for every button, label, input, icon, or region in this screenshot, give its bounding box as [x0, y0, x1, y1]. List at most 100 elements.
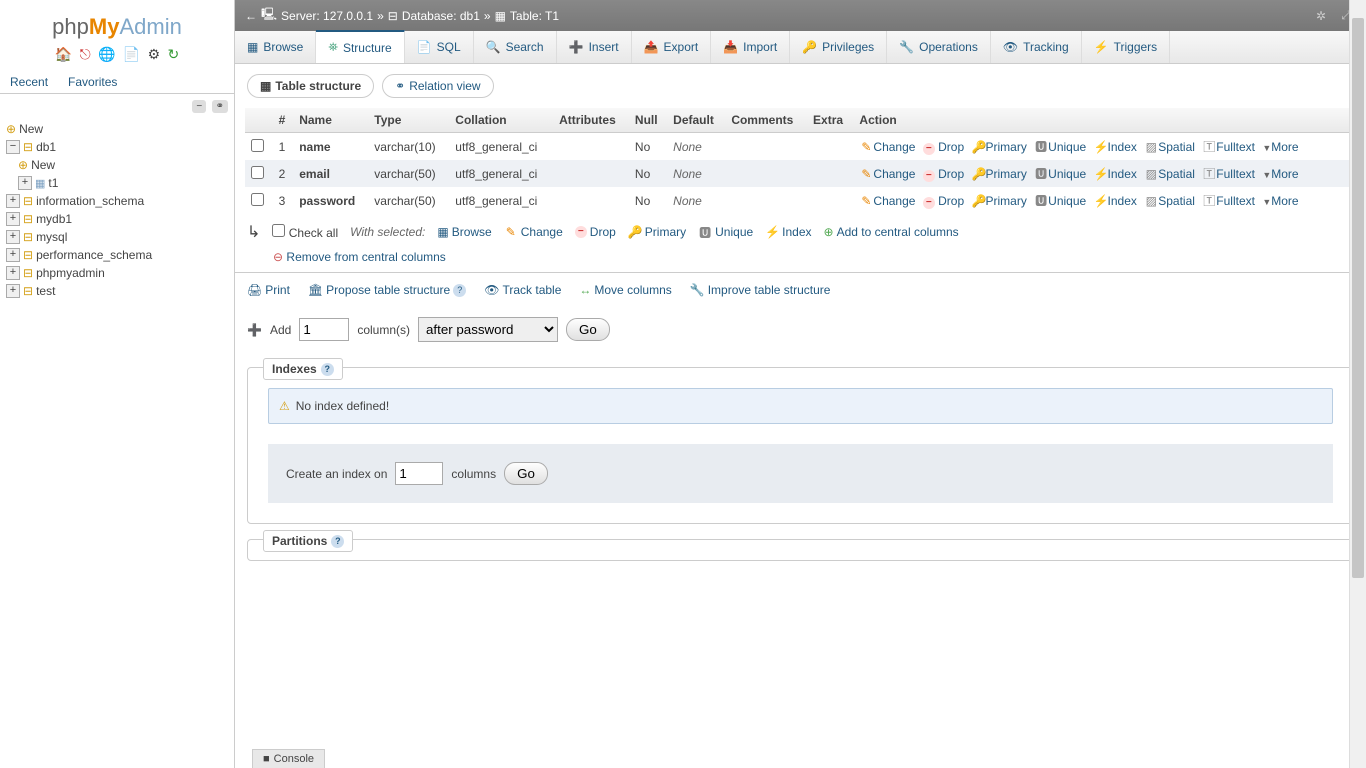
scrollbar[interactable] [1349, 0, 1366, 768]
action-spatial[interactable]: ▨Spatial [1144, 167, 1195, 181]
action-change[interactable]: ✎Change [859, 140, 915, 154]
move-link[interactable]: ↔Move columns [579, 283, 671, 297]
help-icon[interactable]: ? [321, 363, 334, 376]
tab-triggers[interactable]: ⚡Triggers [1082, 31, 1171, 63]
tree-db1-new[interactable]: ⊕New [6, 156, 228, 174]
globe-icon[interactable]: 🌐 [98, 46, 115, 62]
index-count-input[interactable] [395, 462, 443, 485]
index-icon: ⚡ [765, 225, 779, 239]
action-unique[interactable]: 🆄Unique [1034, 194, 1086, 208]
action-index[interactable]: ⚡Index [1094, 194, 1137, 208]
tree-new[interactable]: ⊕New [6, 120, 228, 138]
tree-test[interactable]: +⊟test [6, 282, 228, 300]
propose-link[interactable]: 🏛Propose table structure ? [308, 283, 466, 297]
leftarrow-icon[interactable]: ← [245, 9, 257, 23]
tab-export[interactable]: 📤Export [632, 31, 712, 63]
subtab-relation-view[interactable]: ⚭Relation view [382, 74, 493, 98]
exit-icon[interactable]: ⎋ [80, 46, 91, 62]
tree-mysql[interactable]: +⊟mysql [6, 228, 228, 246]
collapse-icon[interactable]: − [192, 100, 206, 113]
action-unique[interactable]: 🆄Unique [1034, 167, 1086, 181]
action-spatial[interactable]: ▨Spatial [1144, 140, 1195, 154]
action-change[interactable]: ✎Change [859, 194, 915, 208]
tab-insert[interactable]: ➕Insert [557, 31, 632, 63]
help-icon[interactable]: ? [331, 535, 344, 548]
breadcrumb-server[interactable]: Server: 127.0.0.1 [281, 9, 373, 23]
ws-primary[interactable]: 🔑Primary [628, 225, 686, 239]
cell-actions: ✎Change − Drop 🔑Primary 🆄Unique ⚡Index ▨… [853, 187, 1356, 214]
drop-icon: − [923, 170, 935, 182]
tab-operations[interactable]: 🔧Operations [887, 31, 991, 63]
ws-change[interactable]: ✎Change [504, 225, 563, 239]
reload-icon[interactable]: ↻ [167, 46, 179, 62]
add-go-button[interactable]: Go [566, 318, 610, 341]
action-fulltext[interactable]: 🅃Fulltext [1202, 194, 1255, 208]
breadcrumb-table[interactable]: Table: T1 [510, 9, 559, 23]
ws-unique[interactable]: 🆄Unique [698, 224, 753, 241]
row-checkbox[interactable] [251, 193, 264, 206]
tab-sql[interactable]: 📄SQL [405, 31, 474, 63]
tree-db1[interactable]: −⊟db1 [6, 138, 228, 156]
settings-icon[interactable]: ✲ [1316, 9, 1326, 23]
doc-icon[interactable]: 📄 [123, 46, 140, 62]
cell-num: 3 [273, 187, 294, 214]
action-spatial[interactable]: ▨Spatial [1144, 194, 1195, 208]
print-link[interactable]: 🖨Print [247, 283, 290, 297]
checkall-checkbox[interactable] [272, 224, 285, 237]
improve-link[interactable]: 🔧Improve table structure [690, 283, 831, 297]
tab-import[interactable]: 📥Import [711, 31, 790, 63]
console-tab[interactable]: ■Console [252, 749, 325, 768]
action-more[interactable]: ▼More [1262, 140, 1298, 154]
tree-mydb1[interactable]: +⊟mydb1 [6, 210, 228, 228]
checkall[interactable]: Check all [272, 224, 338, 240]
row-checkbox[interactable] [251, 139, 264, 152]
action-drop[interactable]: − Drop [923, 167, 964, 181]
action-fulltext[interactable]: 🅃Fulltext [1202, 167, 1255, 181]
action-fulltext[interactable]: 🅃Fulltext [1202, 140, 1255, 154]
tab-privileges[interactable]: 🔑Privileges [790, 31, 887, 63]
breadcrumb-db[interactable]: Database: db1 [402, 9, 480, 23]
action-drop[interactable]: − Drop [923, 194, 964, 208]
tab-structure[interactable]: ⛯Structure [316, 30, 404, 63]
subtab-table-structure[interactable]: ▦Table structure [247, 74, 374, 98]
add-position-select[interactable]: after password [418, 317, 558, 342]
action-primary[interactable]: 🔑Primary [971, 140, 1026, 154]
favorites-tab[interactable]: Favorites [58, 71, 127, 93]
tree-information-schema[interactable]: +⊟information_schema [6, 192, 228, 210]
ws-index[interactable]: ⚡Index [765, 225, 811, 239]
ws-addcc[interactable]: ⊕Add to central columns [824, 225, 959, 239]
cell-attr [553, 133, 629, 161]
row-checkbox[interactable] [251, 166, 264, 179]
tree-performance-schema[interactable]: +⊟performance_schema [6, 246, 228, 264]
ws-remcc[interactable]: ⊖ Remove from central columns [273, 250, 446, 264]
tab-browse[interactable]: ▦Browse [235, 31, 316, 63]
improve-icon: 🔧 [690, 283, 705, 297]
gear-icon[interactable]: ⚙ [148, 46, 161, 62]
tree-t1[interactable]: +▦t1 [6, 174, 228, 192]
subtabs: ▦Table structure ⚭Relation view [235, 64, 1366, 108]
ws-drop[interactable]: −Drop [575, 225, 616, 239]
help-icon[interactable]: ? [453, 284, 466, 297]
add-count-input[interactable] [299, 318, 349, 341]
link2-icon[interactable]: ⚭ [212, 100, 228, 113]
index-go-button[interactable]: Go [504, 462, 548, 485]
tab-search[interactable]: 🔍Search [474, 31, 557, 63]
triggers-icon: ⚡ [1094, 40, 1109, 54]
action-more[interactable]: ▼More [1262, 167, 1298, 181]
action-primary[interactable]: 🔑Primary [971, 194, 1026, 208]
tab-tracking[interactable]: 👁Tracking [991, 31, 1082, 63]
action-primary[interactable]: 🔑Primary [971, 167, 1026, 181]
action-unique[interactable]: 🆄Unique [1034, 140, 1086, 154]
home-icon[interactable]: 🏠 [55, 46, 72, 62]
logo[interactable]: phpMyAdmin [0, 14, 234, 40]
action-more[interactable]: ▼More [1262, 194, 1298, 208]
track-link[interactable]: 👁Track table [484, 283, 561, 297]
no-index-text: No index defined! [296, 399, 389, 413]
action-index[interactable]: ⚡Index [1094, 140, 1137, 154]
action-drop[interactable]: − Drop [923, 140, 964, 154]
tree-phpmyadmin[interactable]: +⊟phpmyadmin [6, 264, 228, 282]
ws-browse[interactable]: ▦Browse [437, 225, 491, 239]
action-index[interactable]: ⚡Index [1094, 167, 1137, 181]
recent-tab[interactable]: Recent [0, 71, 58, 93]
action-change[interactable]: ✎Change [859, 167, 915, 181]
